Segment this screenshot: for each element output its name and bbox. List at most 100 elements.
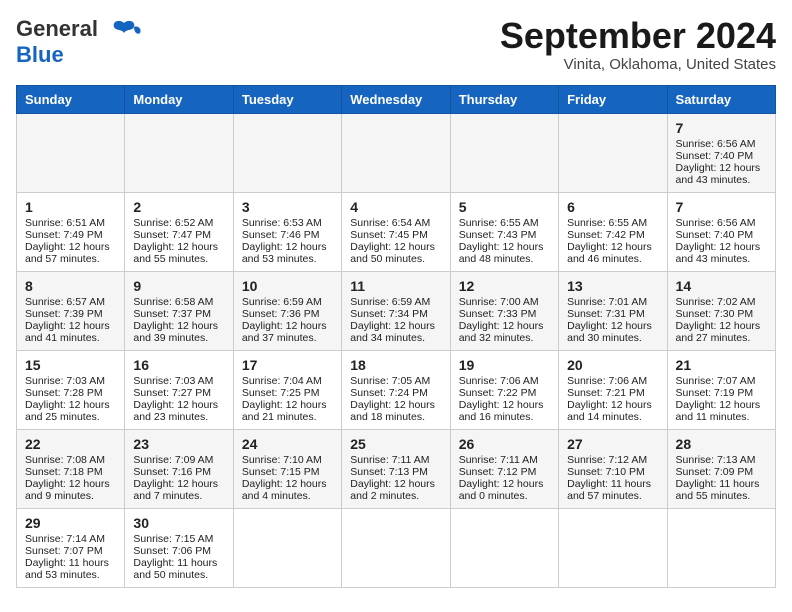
sunrise-text: Sunrise: 7:09 AM <box>133 454 213 466</box>
day-number: 2 <box>133 199 224 215</box>
day-number: 10 <box>242 278 333 294</box>
daylight-text: Daylight: 12 hours and 32 minutes. <box>459 320 544 344</box>
day-header-sunday: Sunday <box>17 85 125 113</box>
calendar-cell: 19Sunrise: 7:06 AMSunset: 7:22 PMDayligh… <box>450 350 558 429</box>
day-number: 16 <box>133 357 224 373</box>
sunrise-text: Sunrise: 6:56 AM <box>676 217 756 229</box>
sunrise-text: Sunrise: 7:04 AM <box>242 375 322 387</box>
day-header-friday: Friday <box>559 85 667 113</box>
calendar-cell: 30Sunrise: 7:15 AMSunset: 7:06 PMDayligh… <box>125 508 233 587</box>
calendar-cell <box>450 508 558 587</box>
calendar-cell: 22Sunrise: 7:08 AMSunset: 7:18 PMDayligh… <box>17 429 125 508</box>
sunrise-text: Sunrise: 7:03 AM <box>133 375 213 387</box>
day-number: 15 <box>25 357 116 373</box>
sunset-text: Sunset: 7:07 PM <box>25 545 103 557</box>
calendar-cell: 6Sunrise: 6:55 AMSunset: 7:42 PMDaylight… <box>559 192 667 271</box>
calendar-week-row: 29Sunrise: 7:14 AMSunset: 7:07 PMDayligh… <box>17 508 776 587</box>
daylight-text: Daylight: 12 hours and 39 minutes. <box>133 320 218 344</box>
daylight-text: Daylight: 12 hours and 48 minutes. <box>459 241 544 265</box>
calendar-cell: 16 Sunrise: 7:03 AMSunset: 7:27 PMDayligh… <box>125 350 233 429</box>
day-number: 1 <box>25 199 116 215</box>
daylight-text: Daylight: 12 hours and 43 minutes. <box>676 241 761 265</box>
day-number: 24 <box>242 436 333 452</box>
sunrise-text: Sunrise: 7:13 AM <box>676 454 756 466</box>
calendar-cell <box>233 113 341 192</box>
sunset-text: Sunset: 7:46 PM <box>242 229 320 241</box>
day-number: 3 <box>242 199 333 215</box>
day-number: 9 <box>133 278 224 294</box>
sunset-text: Sunset: 7:37 PM <box>133 308 211 320</box>
sunset-text: Sunset: 7:13 PM <box>350 466 428 478</box>
calendar-cell: 28Sunrise: 7:13 AMSunset: 7:09 PMDayligh… <box>667 429 775 508</box>
calendar-cell: 17Sunrise: 7:04 AMSunset: 7:25 PMDayligh… <box>233 350 341 429</box>
sunrise-text: Sunrise: 7:08 AM <box>25 454 105 466</box>
calendar-cell <box>342 508 450 587</box>
calendar-table: SundayMondayTuesdayWednesdayThursdayFrid… <box>16 85 776 588</box>
day-number: 11 <box>350 278 441 294</box>
page-header: General Blue September 2024 Vinita, Okla… <box>16 16 776 73</box>
calendar-cell: 13Sunrise: 7:01 AMSunset: 7:31 PMDayligh… <box>559 271 667 350</box>
daylight-text: Daylight: 12 hours and 57 minutes. <box>25 241 110 265</box>
daylight-text: Daylight: 11 hours and 50 minutes. <box>133 557 217 581</box>
day-number: 25 <box>350 436 441 452</box>
day-number: 8 <box>25 278 116 294</box>
calendar-cell: 1Sunrise: 6:51 AMSunset: 7:49 PMDaylight… <box>17 192 125 271</box>
sunrise-text: Sunrise: 7:11 AM <box>350 454 429 466</box>
daylight-text: Daylight: 12 hours and 23 minutes. <box>133 399 218 423</box>
sunset-text: Sunset: 7:31 PM <box>567 308 645 320</box>
daylight-text: Daylight: 12 hours and 41 minutes. <box>25 320 110 344</box>
sunrise-text: Sunrise: 7:15 AM <box>133 533 213 545</box>
calendar-cell: 25 Sunrise: 7:11 AMSunset: 7:13 PMDayligh… <box>342 429 450 508</box>
calendar-cell: 23Sunrise: 7:09 AMSunset: 7:16 PMDayligh… <box>125 429 233 508</box>
day-number: 23 <box>133 436 224 452</box>
logo-bird-icon <box>106 15 142 51</box>
sunset-text: Sunset: 7:10 PM <box>567 466 645 478</box>
day-number: 18 <box>350 357 441 373</box>
sunrise-text: Sunrise: 7:05 AM <box>350 375 430 387</box>
daylight-text: Daylight: 12 hours and 2 minutes. <box>350 478 435 502</box>
sunrise-text: Sunrise: 7:02 AM <box>676 296 756 308</box>
calendar-cell: 4Sunrise: 6:54 AMSunset: 7:45 PMDaylight… <box>342 192 450 271</box>
sunrise-text: Sunrise: 6:52 AM <box>133 217 213 229</box>
daylight-text: Daylight: 12 hours and 14 minutes. <box>567 399 652 423</box>
sunset-text: Sunset: 7:27 PM <box>133 387 211 399</box>
sunrise-text: Sunrise: 7:01 AM <box>567 296 647 308</box>
calendar-cell: 24Sunrise: 7:10 AMSunset: 7:15 PMDayligh… <box>233 429 341 508</box>
calendar-cell: 7Sunrise: 6:56 AMSunset: 7:40 PMDaylight… <box>667 113 775 192</box>
daylight-text: Daylight: 12 hours and 53 minutes. <box>242 241 327 265</box>
calendar-cell <box>450 113 558 192</box>
daylight-text: Daylight: 11 hours and 55 minutes. <box>676 478 760 502</box>
calendar-cell: 7 Sunrise: 6:56 AMSunset: 7:40 PMDaylight… <box>667 192 775 271</box>
calendar-cell: 3Sunrise: 6:53 AMSunset: 7:46 PMDaylight… <box>233 192 341 271</box>
location-subtitle: Vinita, Oklahoma, United States <box>500 56 776 73</box>
calendar-cell: 18Sunrise: 7:05 AMSunset: 7:24 PMDayligh… <box>342 350 450 429</box>
sunrise-text: Sunrise: 7:06 AM <box>459 375 539 387</box>
calendar-cell: 14Sunrise: 7:02 AMSunset: 7:30 PMDayligh… <box>667 271 775 350</box>
sunset-text: Sunset: 7:30 PM <box>676 308 754 320</box>
sunset-text: Sunset: 7:47 PM <box>133 229 211 241</box>
sunrise-text: Sunrise: 7:12 AM <box>567 454 647 466</box>
day-number: 27 <box>567 436 658 452</box>
sunrise-text: Sunrise: 6:57 AM <box>25 296 105 308</box>
sunrise-text: Sunrise: 6:55 AM <box>567 217 647 229</box>
day-number: 7 <box>676 199 767 215</box>
sunrise-text: Sunrise: 6:51 AM <box>25 217 105 229</box>
sunset-text: Sunset: 7:16 PM <box>133 466 211 478</box>
day-header-tuesday: Tuesday <box>233 85 341 113</box>
calendar-cell <box>559 113 667 192</box>
daylight-text: Daylight: 12 hours and 30 minutes. <box>567 320 652 344</box>
sunset-text: Sunset: 7:06 PM <box>133 545 211 557</box>
day-number: 19 <box>459 357 550 373</box>
sunset-text: Sunset: 7:33 PM <box>459 308 537 320</box>
daylight-text: Daylight: 11 hours and 53 minutes. <box>25 557 109 581</box>
calendar-cell <box>233 508 341 587</box>
daylight-text: Daylight: 12 hours and 11 minutes. <box>676 399 761 423</box>
sunset-text: Sunset: 7:40 PM <box>676 229 754 241</box>
daylight-text: Daylight: 12 hours and 37 minutes. <box>242 320 327 344</box>
calendar-cell: 8Sunrise: 6:57 AMSunset: 7:39 PMDaylight… <box>17 271 125 350</box>
sunset-text: Sunset: 7:12 PM <box>459 466 537 478</box>
month-title: September 2024 <box>500 16 776 56</box>
sunset-text: Sunset: 7:19 PM <box>676 387 754 399</box>
sunset-text: Sunset: 7:24 PM <box>350 387 428 399</box>
day-number: 4 <box>350 199 441 215</box>
